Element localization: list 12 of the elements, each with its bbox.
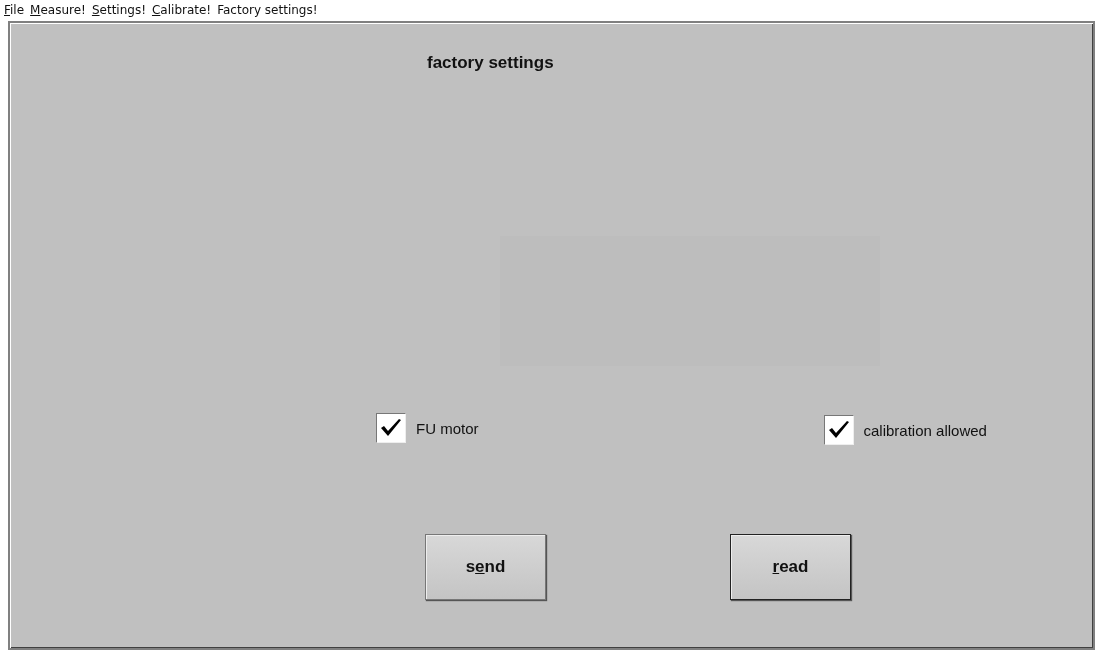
menu-item[interactable]: Settings!: [91, 2, 146, 17]
action-button[interactable]: send: [425, 534, 546, 600]
checkbox[interactable]: [376, 413, 406, 443]
menu-item[interactable]: File: [4, 2, 25, 17]
checkbox-label: calibration allowed: [863, 421, 987, 439]
menu-item[interactable]: Measure!: [30, 2, 86, 17]
checkbox-label: FU motor: [416, 419, 479, 437]
menu-item[interactable]: Calibrate!: [151, 2, 212, 17]
menu-item[interactable]: Factory settings!: [217, 2, 318, 17]
checkbox[interactable]: [823, 415, 854, 445]
panel-title: factory settings: [427, 53, 554, 73]
action-button[interactable]: read: [730, 534, 851, 600]
